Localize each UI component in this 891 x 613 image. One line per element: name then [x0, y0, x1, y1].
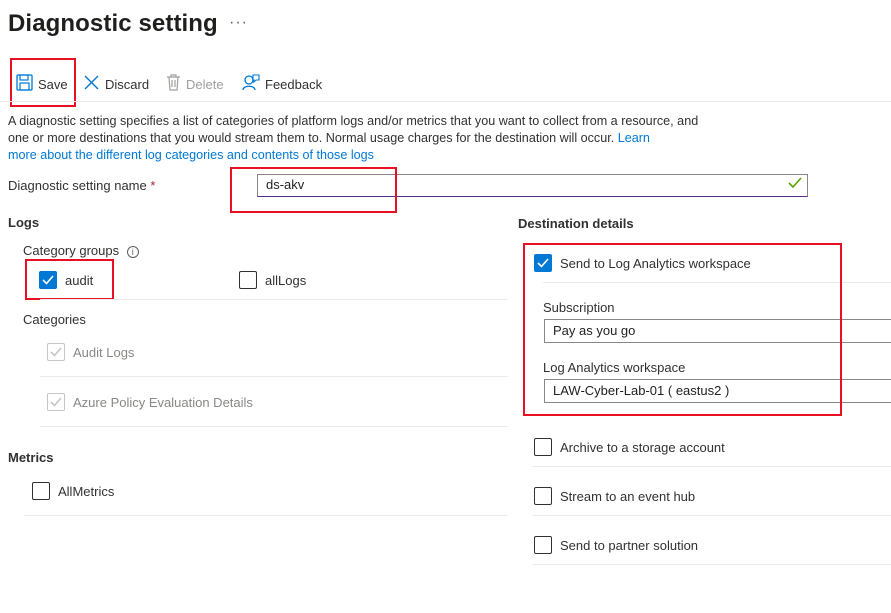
toolbar-divider	[0, 101, 891, 102]
partner-checkbox-row[interactable]: Send to partner solution	[534, 536, 698, 554]
save-label: Save	[38, 76, 68, 92]
checkmark-icon	[42, 275, 54, 285]
category-divider-1	[40, 376, 508, 377]
trash-icon	[166, 74, 181, 94]
valid-check-icon	[788, 176, 802, 193]
alllogs-checkbox-row[interactable]: allLogs	[239, 271, 306, 289]
storage-checkbox[interactable]	[534, 438, 552, 456]
audit-checkbox-row[interactable]: audit	[39, 271, 93, 289]
page-title: Diagnostic setting	[8, 10, 218, 37]
storage-checkbox-row[interactable]: Archive to a storage account	[534, 438, 725, 456]
groups-divider	[40, 299, 508, 300]
policy-eval-label: Azure Policy Evaluation Details	[73, 394, 253, 410]
save-button[interactable]: Save	[16, 74, 68, 94]
close-icon	[83, 74, 100, 94]
categories-label: Categories	[23, 312, 86, 327]
metrics-divider	[24, 515, 508, 516]
feedback-button[interactable]: Feedback	[242, 74, 322, 94]
eventhub-checkbox-row[interactable]: Stream to an event hub	[534, 487, 695, 505]
audit-logs-label: Audit Logs	[73, 344, 135, 360]
feedback-icon	[242, 74, 260, 94]
discard-label: Discard	[105, 76, 150, 92]
destination-highlight	[523, 243, 842, 416]
more-options-button[interactable]: ···	[229, 14, 248, 32]
audit-label: audit	[65, 272, 94, 288]
storage-divider	[532, 466, 891, 467]
partner-divider	[532, 564, 891, 565]
policy-eval-checkbox-row: Azure Policy Evaluation Details	[47, 393, 253, 411]
save-icon	[16, 74, 33, 94]
metrics-heading: Metrics	[8, 450, 54, 465]
allmetrics-checkbox[interactable]	[32, 482, 50, 500]
category-groups-text: Category groups	[23, 243, 120, 258]
delete-label: Delete	[186, 76, 224, 92]
destination-heading: Destination details	[518, 216, 634, 231]
discard-button[interactable]: Discard	[83, 74, 149, 94]
info-icon[interactable]: i	[126, 246, 139, 258]
audit-logs-checkbox-row: Audit Logs	[47, 343, 134, 361]
category-divider-2	[40, 426, 508, 427]
logs-heading: Logs	[8, 215, 40, 230]
audit-checkbox[interactable]	[39, 271, 57, 289]
setting-name-label-text: Diagnostic setting name	[8, 178, 147, 193]
partner-checkbox[interactable]	[534, 536, 552, 554]
setting-name-label: Diagnostic setting name *	[8, 178, 155, 193]
description: A diagnostic setting specifies a list of…	[8, 113, 708, 164]
learn-more-link[interactable]: Learn	[618, 131, 650, 145]
audit-logs-checkbox	[47, 343, 65, 361]
description-text: A diagnostic setting specifies a list of…	[8, 114, 699, 145]
delete-button[interactable]: Delete	[166, 74, 224, 94]
required-mark: *	[150, 178, 156, 193]
feedback-label: Feedback	[265, 76, 323, 92]
alllogs-checkbox[interactable]	[239, 271, 257, 289]
alllogs-label: allLogs	[265, 272, 307, 288]
checkmark-icon	[50, 347, 62, 357]
eventhub-label: Stream to an event hub	[560, 488, 696, 504]
checkmark-icon	[50, 397, 62, 407]
allmetrics-label: AllMetrics	[58, 483, 115, 499]
policy-eval-checkbox	[47, 393, 65, 411]
setting-name-highlight	[230, 167, 397, 213]
eventhub-divider	[532, 515, 891, 516]
category-groups-label: Category groups i	[23, 243, 139, 258]
learn-more-link-cont[interactable]: more about the different log categories …	[8, 148, 374, 162]
allmetrics-checkbox-row[interactable]: AllMetrics	[32, 482, 114, 500]
storage-label: Archive to a storage account	[560, 439, 725, 455]
eventhub-checkbox[interactable]	[534, 487, 552, 505]
partner-label: Send to partner solution	[560, 537, 699, 553]
